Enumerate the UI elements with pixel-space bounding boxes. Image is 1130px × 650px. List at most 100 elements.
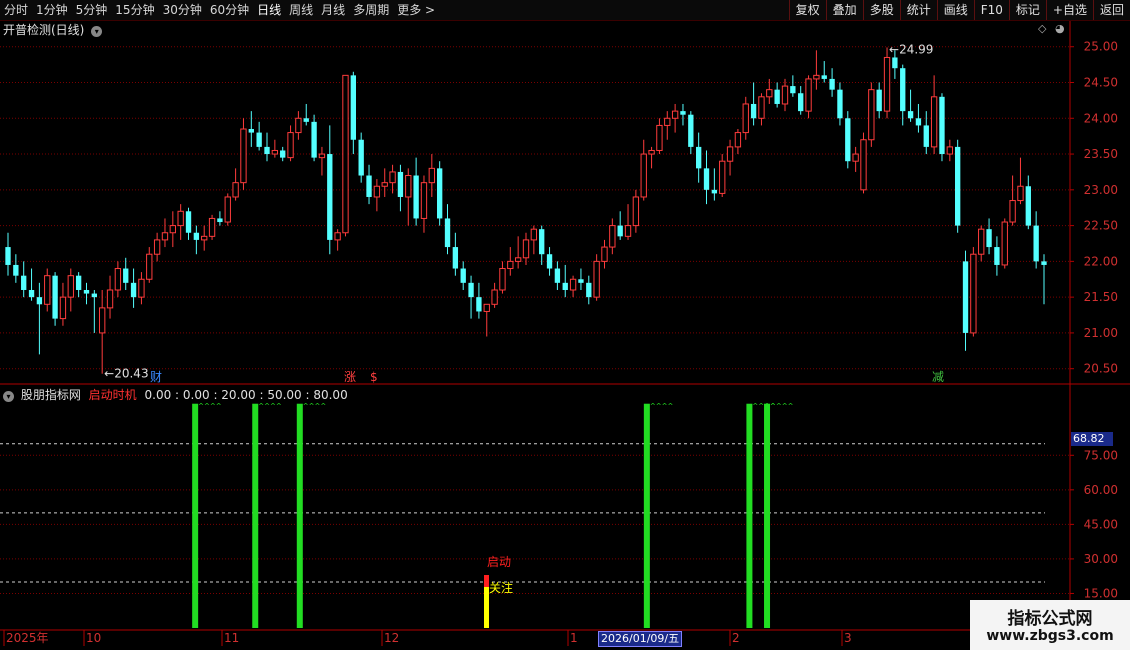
price-tick-label: 22.50 [1084, 219, 1118, 233]
candle-body [813, 74, 820, 80]
candle-body [280, 150, 286, 158]
candle-body [177, 210, 184, 227]
candle-body [514, 257, 522, 262]
candle-body [680, 111, 686, 115]
signal-bar-label: ^^^^ [198, 403, 222, 411]
candle-body [978, 228, 985, 255]
candle-body [860, 139, 867, 191]
candle-body [640, 153, 647, 198]
candle-body [586, 282, 592, 298]
candle-body [413, 175, 419, 219]
price-tick-label: 23.50 [1084, 147, 1118, 161]
candle-body [99, 307, 106, 334]
kline-chart[interactable]: 25.00 24.50 24.00 23.50 23.00 22.50 22.00 21.50… [0, 0, 1130, 650]
candle-body [962, 261, 969, 333]
event-marker-1: 涨 [344, 369, 356, 384]
candle-body [28, 289, 35, 298]
candle-body [821, 75, 827, 79]
candle-body [436, 168, 443, 219]
candle-body [59, 296, 67, 320]
signal-bar-1 [252, 403, 259, 628]
watermark-url: www.zbgs3.com [986, 628, 1114, 644]
candle-body [530, 228, 538, 241]
candle-body [91, 293, 98, 298]
candle-body [295, 117, 302, 134]
signal-bar-5 [764, 403, 771, 628]
candle-body [138, 278, 145, 298]
candle-body [1025, 186, 1031, 226]
candle-body [994, 247, 1000, 265]
candle-body [601, 246, 608, 262]
current-value-badge: 68.82 [1071, 432, 1113, 446]
main-panel-header: 开普检测(日线) ▾ [3, 22, 103, 38]
time-axis-label: 2 [732, 631, 740, 645]
candle-body [114, 268, 122, 291]
candle-body [829, 78, 835, 90]
time-axis-label: 1 [570, 631, 578, 645]
candle-body [617, 225, 623, 237]
candle-body [1041, 261, 1047, 265]
candle-body [758, 96, 765, 119]
event-marker-2: $ [370, 370, 378, 384]
candle-body [303, 118, 309, 122]
candle-body [44, 275, 51, 305]
watch-signal-label: 关注 [489, 580, 513, 595]
candle-body [397, 171, 404, 197]
price-tick-label: 20.50 [1084, 362, 1118, 376]
candle-body [790, 86, 796, 94]
candle-body [476, 297, 482, 312]
indicator-tick-label: 45.00 [1084, 517, 1118, 531]
candle-body [656, 124, 663, 151]
candle-body [750, 103, 757, 119]
settings-icon[interactable]: ◕ [1055, 22, 1065, 35]
price-tick-label: 24.50 [1084, 76, 1118, 90]
candle-body [946, 146, 953, 155]
candle-body [201, 235, 208, 241]
chevron-down-icon[interactable]: ▾ [91, 26, 103, 37]
candle-body [161, 232, 169, 241]
candle-body [123, 268, 129, 283]
chevron-down-icon[interactable]: ▾ [3, 391, 14, 402]
signal-bar-label: ^^^^ [258, 403, 282, 411]
candle-body [837, 89, 843, 119]
candle-body [248, 129, 254, 133]
candle-body [193, 232, 200, 240]
candle-body [907, 111, 914, 119]
indicator-panel-header: ▾ 股朋指标网 启动时机 0.00 : 0.00 : 20.00 : 50.00… [3, 387, 348, 403]
indicator-tick-label: 15.00 [1084, 586, 1118, 600]
price-tick-label: 25.00 [1084, 40, 1118, 54]
candle-body [106, 289, 114, 309]
candle-body [428, 167, 435, 184]
candle-body [507, 260, 514, 270]
candle-body [726, 146, 734, 162]
candle-body [13, 264, 19, 276]
candle-body [671, 110, 679, 119]
watermark: 指标公式网 www.zbgs3.com [970, 600, 1130, 650]
candle-body [287, 132, 294, 159]
candle-body [327, 154, 333, 240]
candle-body [366, 175, 372, 197]
candle-body [970, 253, 977, 334]
diamond-icon[interactable]: ◇ [1038, 22, 1046, 35]
time-axis-label: 12 [384, 631, 399, 645]
candle-body [774, 89, 780, 104]
signal-bar-label: ^^^^ [770, 403, 794, 411]
candle-body [405, 175, 412, 198]
candle-body [632, 196, 640, 227]
candle-body [742, 103, 749, 134]
price-tick-label: 21.00 [1084, 326, 1118, 340]
candle-body [311, 121, 317, 158]
candle-body [36, 297, 43, 305]
price-tick-label: 21.50 [1084, 290, 1118, 304]
candle-body [67, 275, 74, 298]
candle-body [1033, 225, 1039, 262]
indicator-tick-label: 75.00 [1084, 448, 1118, 462]
candle-body [868, 89, 875, 141]
cursor-date-badge: 2026/01/09/五 [598, 631, 683, 647]
indicator-name[interactable]: 启动时机 [89, 388, 137, 402]
low-price-label: ←20.43 [104, 367, 148, 381]
candle-body [208, 217, 216, 237]
candle-body [719, 160, 726, 194]
candle-body [381, 182, 388, 187]
candle-body [452, 247, 459, 269]
